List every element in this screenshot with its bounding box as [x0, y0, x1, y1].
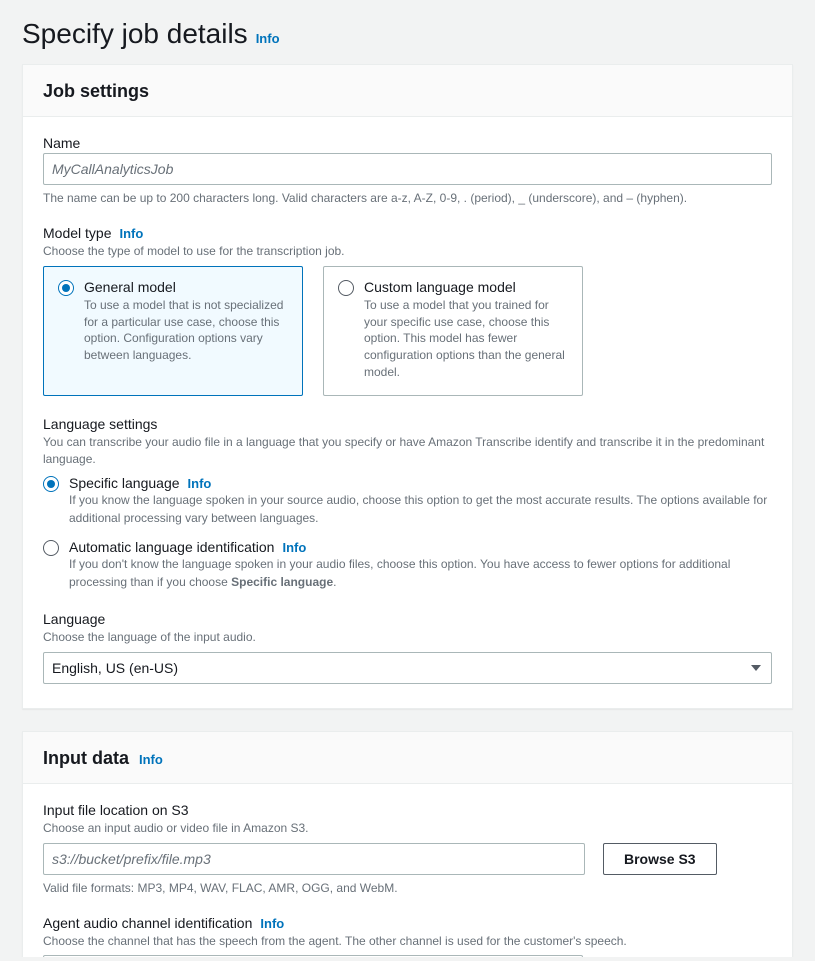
- model-type-general-tile[interactable]: General model To use a model that is not…: [43, 266, 303, 396]
- language-label: Language: [43, 611, 772, 627]
- agent-channel-hint: Choose the channel that has the speech f…: [43, 933, 772, 950]
- language-settings-label: Language settings: [43, 416, 772, 432]
- auto-language-desc: If you don't know the language spoken in…: [69, 556, 772, 591]
- radio-icon: [43, 476, 59, 492]
- input-location-label: Input file location on S3: [43, 802, 772, 818]
- auto-language-option[interactable]: Automatic language identification Info I…: [43, 539, 772, 591]
- language-field: Language Choose the language of the inpu…: [43, 611, 772, 684]
- radio-icon: [58, 280, 74, 296]
- page-info-link[interactable]: Info: [256, 31, 280, 46]
- agent-channel-field: Agent audio channel identification Info …: [43, 915, 772, 957]
- agent-channel-select[interactable]: Channel 1: [43, 955, 583, 957]
- model-type-field: Model type Info Choose the type of model…: [43, 225, 772, 396]
- specific-language-info-link[interactable]: Info: [188, 476, 212, 491]
- name-input[interactable]: [43, 153, 772, 185]
- language-settings-hint: You can transcribe your audio file in a …: [43, 434, 772, 468]
- input-location-field: Input file location on S3 Choose an inpu…: [43, 802, 772, 895]
- model-type-info-link[interactable]: Info: [119, 226, 143, 241]
- page-header: Specify job details Info: [4, 18, 811, 64]
- custom-model-title: Custom language model: [364, 279, 568, 295]
- language-hint: Choose the language of the input audio.: [43, 629, 772, 646]
- specific-language-title: Specific language: [69, 475, 180, 491]
- language-select[interactable]: English, US (en-US): [43, 652, 772, 684]
- input-data-title: Input data: [43, 748, 129, 769]
- custom-model-desc: To use a model that you trained for your…: [364, 297, 568, 381]
- browse-s3-button[interactable]: Browse S3: [603, 843, 717, 875]
- job-settings-panel: Job settings Name The name can be up to …: [22, 64, 793, 709]
- input-data-panel: Input data Info Input file location on S…: [22, 731, 793, 957]
- agent-channel-info-link[interactable]: Info: [260, 916, 284, 931]
- model-type-label: Model type: [43, 225, 111, 241]
- radio-icon: [338, 280, 354, 296]
- job-settings-header: Job settings: [23, 65, 792, 117]
- model-type-custom-tile[interactable]: Custom language model To use a model tha…: [323, 266, 583, 396]
- name-label: Name: [43, 135, 772, 151]
- language-select-value: English, US (en-US): [52, 660, 178, 676]
- radio-icon: [43, 540, 59, 556]
- auto-language-title: Automatic language identification: [69, 539, 274, 555]
- specific-language-option[interactable]: Specific language Info If you know the l…: [43, 475, 772, 527]
- input-data-info-link[interactable]: Info: [139, 752, 163, 767]
- model-type-hint: Choose the type of model to use for the …: [43, 243, 772, 260]
- input-location-formats: Valid file formats: MP3, MP4, WAV, FLAC,…: [43, 881, 772, 895]
- general-model-title: General model: [84, 279, 288, 295]
- page-title: Specify job details: [22, 18, 248, 50]
- name-hint: The name can be up to 200 characters lon…: [43, 191, 772, 205]
- auto-language-info-link[interactable]: Info: [282, 540, 306, 555]
- specific-language-desc: If you know the language spoken in your …: [69, 492, 772, 527]
- agent-channel-label: Agent audio channel identification: [43, 915, 252, 931]
- language-settings-field: Language settings You can transcribe you…: [43, 416, 772, 591]
- general-model-desc: To use a model that is not specialized f…: [84, 297, 288, 364]
- name-field: Name The name can be up to 200 character…: [43, 135, 772, 205]
- chevron-down-icon: [751, 665, 761, 671]
- job-settings-title: Job settings: [43, 81, 149, 102]
- input-location-input[interactable]: [43, 843, 585, 875]
- input-location-hint: Choose an input audio or video file in A…: [43, 820, 772, 837]
- input-data-header: Input data Info: [23, 732, 792, 784]
